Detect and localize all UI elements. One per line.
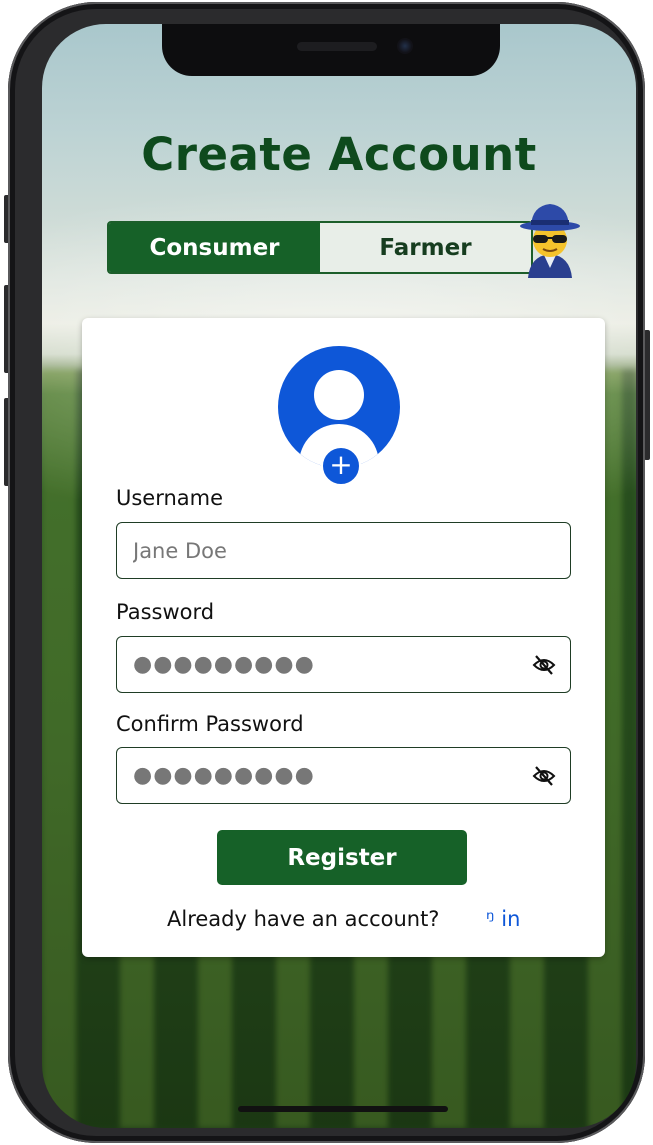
username-label: Username [116, 486, 224, 510]
page-title: Create Account [141, 128, 537, 181]
avatar-head [314, 370, 364, 420]
app-screen: Create Account Consumer Farmer + Usernam… [42, 24, 636, 1128]
password-masked-value: ●●●●●●●●● [133, 652, 315, 677]
username-field[interactable] [116, 522, 571, 579]
phone-frame: Create Account Consumer Farmer + Usernam… [8, 2, 645, 1143]
home-indicator[interactable] [238, 1106, 448, 1112]
password-field[interactable]: ●●●●●●●●● [116, 636, 571, 693]
password-label: Password [116, 600, 215, 624]
eye-off-icon[interactable] [532, 653, 556, 677]
speaker-grille [297, 42, 377, 51]
username-input[interactable] [117, 523, 570, 578]
confirm-password-field[interactable]: ●●●●●●●●● [116, 747, 571, 804]
plus-icon[interactable]: + [321, 446, 361, 486]
register-card: + Username Password ●●●●●●●●● Confirm Pa… [82, 318, 605, 957]
register-button[interactable]: Register [217, 830, 467, 885]
login-prompt: Already have an account? [167, 907, 440, 931]
confirm-password-label: Confirm Password [116, 712, 304, 736]
role-toggle: Consumer Farmer [107, 221, 533, 274]
notch [162, 24, 500, 76]
role-option-farmer[interactable]: Farmer [320, 223, 531, 272]
login-link[interactable]: ᵑ in [486, 907, 520, 931]
front-camera [397, 38, 413, 54]
detective-emoji-icon [520, 204, 580, 278]
role-option-consumer[interactable]: Consumer [109, 223, 320, 272]
confirm-password-masked-value: ●●●●●●●●● [133, 763, 315, 788]
eye-off-icon[interactable] [532, 764, 556, 788]
